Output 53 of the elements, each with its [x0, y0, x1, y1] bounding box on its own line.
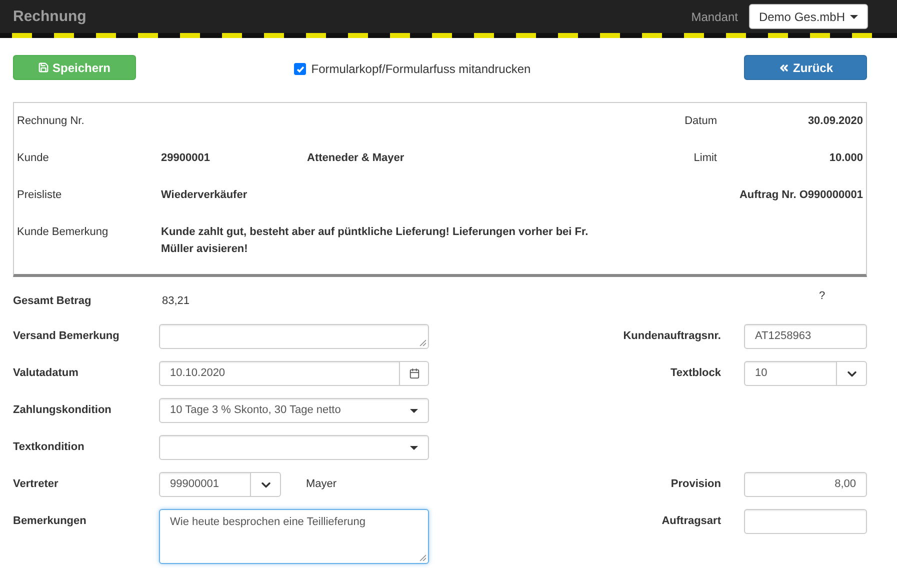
customer-note: Kunde zahlt gut, besteht aber auf püntkliche Lieferung! Lieferungen vorher bei Fr. Müller avisieren!	[161, 225, 590, 257]
field-label: Bemerkungen	[13, 514, 88, 529]
mandant-label: Mandant	[691, 10, 738, 24]
dropdown-button[interactable]	[251, 472, 281, 497]
field-label: Textkondition	[13, 440, 86, 455]
field-label: Auftragsart	[662, 514, 721, 529]
header-label: Limit	[692, 151, 717, 166]
header-label: Kunde Bemerkung	[17, 225, 110, 240]
checkbox-label: Formularkopf/Formularfuss mitandrucken	[311, 62, 531, 76]
field-label: Kundenauftragsnr.	[623, 329, 721, 344]
customer-name: Atteneder & Mayer	[307, 151, 406, 166]
resize-grip-icon	[419, 554, 426, 561]
combo-field[interactable]: 99900001	[159, 472, 251, 497]
calendar-icon	[408, 368, 420, 379]
header-value: Wiederverkäufer	[161, 188, 248, 203]
field-label: Textblock	[670, 366, 721, 381]
help-text: ?	[819, 289, 826, 303]
header-value: 29900001	[161, 151, 211, 166]
field-label: Vertreter	[13, 477, 60, 492]
field-label: Valutadatum	[13, 366, 80, 381]
calendar-button[interactable]	[400, 361, 429, 386]
text-area[interactable]: Wie heute besprochen eine Teillieferung	[159, 509, 429, 564]
header-value: Auftrag Nr. O990000001	[738, 188, 863, 203]
print-checkbox[interactable]	[294, 63, 306, 75]
resize-grip-icon	[419, 339, 426, 346]
field-label: Provision	[670, 477, 721, 492]
field-label: Versand Bemerkung	[13, 329, 120, 344]
save-icon	[38, 62, 50, 73]
mandant-dropdown[interactable]: Demo Ges.mbH	[748, 4, 868, 29]
select-field[interactable]	[159, 435, 429, 460]
input-field[interactable]	[744, 509, 867, 534]
header-value: 10.000	[828, 151, 863, 166]
dropdown-button[interactable]	[837, 361, 867, 386]
double-chevron-left-icon	[778, 62, 790, 74]
caret-icon	[410, 408, 418, 412]
header-label: Datum	[684, 114, 717, 129]
input-field[interactable]: 8,00	[744, 472, 867, 497]
back-button[interactable]: Zurück	[744, 55, 867, 80]
field-label: Zahlungskondition	[13, 403, 112, 418]
amount-value: 83,21	[161, 294, 190, 309]
header-label: Kunde	[17, 151, 50, 166]
header-label: Rechnung Nr.	[17, 114, 86, 129]
header-label: Preisliste	[17, 188, 63, 203]
caret-icon	[850, 14, 858, 18]
input-field[interactable]: AT1258963	[744, 324, 867, 349]
caret-icon	[410, 446, 418, 450]
field-label: Gesamt Betrag	[13, 294, 92, 309]
header-value: 30.09.2020	[806, 114, 863, 129]
page-title: Rechnung	[13, 8, 88, 25]
select-field[interactable]: 10 Tage 3 % Skonto, 30 Tage netto	[159, 398, 429, 423]
representative-name: Mayer	[306, 477, 337, 492]
date-field[interactable]: 10.10.2020	[159, 361, 400, 386]
combo-field[interactable]: 10	[744, 361, 837, 386]
